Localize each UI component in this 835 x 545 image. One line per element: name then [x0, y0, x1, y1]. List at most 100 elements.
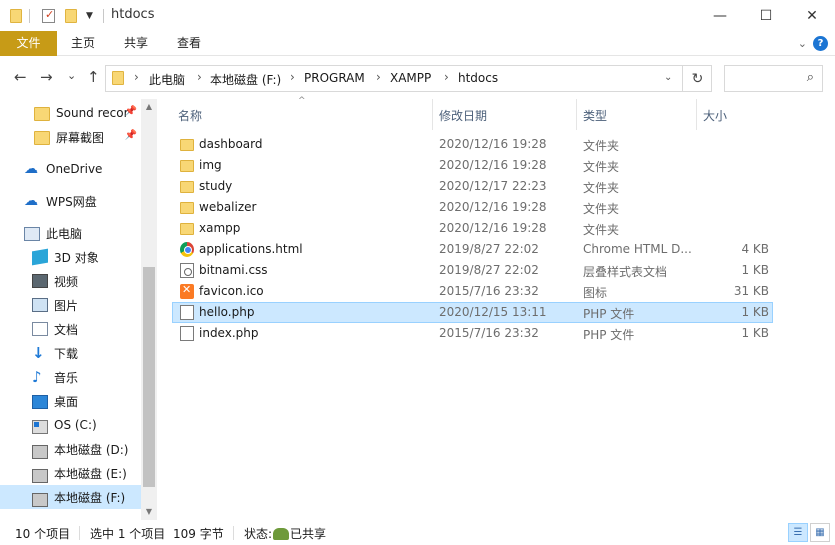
table-row[interactable]: study 2020/12/17 22:23 文件夹 — [172, 176, 773, 197]
sidebar-item-sound-recordings[interactable]: Sound recor 📌 — [0, 101, 141, 125]
divider — [103, 9, 104, 23]
folder-icon — [10, 7, 22, 25]
table-row[interactable]: favicon.ico 2015/7/16 23:32 图标 31 KB — [172, 281, 773, 302]
css-file-icon — [180, 263, 194, 278]
column-header-date[interactable]: 修改日期 — [439, 107, 487, 124]
window-title: htdocs — [111, 7, 155, 22]
breadcrumb-separator[interactable]: › — [376, 70, 381, 84]
customize-toolbar-icon[interactable]: ▼ — [86, 7, 93, 25]
sidebar-item-3d-objects[interactable]: 3D 对象 — [0, 245, 141, 269]
table-row[interactable]: applications.html 2019/8/27 22:02 Chrome… — [172, 239, 773, 260]
table-row[interactable]: img 2020/12/16 19:28 文件夹 — [172, 155, 773, 176]
navigation-bar: ← → ⌄ ↑ › 此电脑 › 本地磁盘 (F:) › PROGRAM › XA… — [0, 57, 835, 99]
tab-view[interactable]: 查看 — [168, 31, 210, 56]
sidebar-item-videos[interactable]: 视频 — [0, 269, 141, 293]
drive-icon — [32, 492, 48, 507]
breadcrumb-htdocs[interactable]: htdocs — [458, 71, 498, 85]
refresh-button[interactable]: ↻ — [682, 65, 712, 92]
sidebar-item-pictures[interactable]: 图片 — [0, 293, 141, 317]
close-button[interactable]: ✕ — [789, 0, 835, 31]
breadcrumb-separator[interactable]: › — [197, 70, 202, 84]
breadcrumb-separator[interactable]: › — [444, 70, 449, 84]
status-bar: 10 个项目 选中 1 个项目 109 字节 状态: 已共享 ☰ ▦ — [0, 520, 835, 545]
properties-icon[interactable]: ✓ — [42, 7, 55, 25]
folder-icon — [180, 139, 194, 151]
column-divider[interactable] — [576, 99, 577, 130]
new-folder-icon[interactable] — [65, 7, 77, 25]
column-header-size[interactable]: 大小 — [703, 107, 727, 124]
file-icon — [180, 305, 194, 320]
cloud-icon: ☁ — [24, 161, 38, 177]
music-icon: ♪ — [32, 368, 42, 386]
3d-objects-icon — [32, 248, 48, 266]
pictures-icon — [32, 298, 48, 312]
table-row[interactable]: index.php 2015/7/16 23:32 PHP 文件 1 KB — [172, 323, 773, 344]
file-icon — [180, 326, 194, 341]
minimize-button[interactable]: — — [697, 0, 743, 31]
folder-icon — [180, 223, 194, 235]
sidebar-item-drive-d[interactable]: 本地磁盘 (D:) — [0, 437, 141, 461]
sidebar-item-drive-c[interactable]: OS (C:) — [0, 413, 141, 437]
selected-size: 109 字节 — [173, 527, 224, 541]
sidebar-item-onedrive[interactable]: ☁ OneDrive — [0, 157, 141, 181]
table-row[interactable]: dashboard 2020/12/16 19:28 文件夹 — [172, 134, 773, 155]
column-divider[interactable] — [696, 99, 697, 130]
breadcrumb-drive-f[interactable]: 本地磁盘 (F:) — [210, 71, 281, 88]
forward-button[interactable]: → — [40, 68, 53, 86]
recent-locations-button[interactable]: ⌄ — [67, 69, 76, 82]
sidebar-item-desktop[interactable]: 桌面 — [0, 389, 141, 413]
table-row[interactable]: xampp 2020/12/16 19:28 文件夹 — [172, 218, 773, 239]
maximize-button[interactable]: ☐ — [743, 0, 789, 31]
sidebar-item-music[interactable]: ♪ 音乐 — [0, 365, 141, 389]
tab-share[interactable]: 共享 — [115, 31, 157, 56]
breadcrumb-program[interactable]: PROGRAM — [304, 71, 365, 85]
sidebar-item-drive-f[interactable]: 本地磁盘 (F:) — [0, 485, 141, 509]
breadcrumb-separator[interactable]: › — [134, 70, 139, 84]
download-icon: ↓ — [32, 344, 45, 362]
address-history-chevron-icon[interactable]: ⌄ — [664, 72, 672, 83]
pin-icon[interactable]: 📌 — [125, 130, 137, 141]
tab-home[interactable]: 主页 — [62, 31, 104, 56]
sidebar-item-downloads[interactable]: ↓ 下载 — [0, 341, 141, 365]
help-icon[interactable]: ? — [813, 36, 828, 51]
sidebar-item-drive-e[interactable]: 本地磁盘 (E:) — [0, 461, 141, 485]
computer-icon — [24, 227, 40, 241]
divider — [29, 9, 30, 23]
breadcrumb-separator[interactable]: › — [290, 70, 295, 84]
column-divider[interactable] — [432, 99, 433, 130]
table-row[interactable]: bitnami.css 2019/8/27 22:02 层叠样式表文档 1 KB — [172, 260, 773, 281]
scroll-up-icon[interactable]: ▲ — [141, 99, 157, 115]
sidebar-item-documents[interactable]: 文档 — [0, 317, 141, 341]
table-row-selected[interactable]: hello.php 2020/12/15 13:11 PHP 文件 1 KB — [172, 302, 773, 323]
address-bar[interactable]: › 此电脑 › 本地磁盘 (F:) › PROGRAM › XAMPP › ht… — [105, 65, 712, 92]
ribbon: 文件 主页 共享 查看 ⌄ ? — [0, 31, 835, 56]
scroll-down-icon[interactable]: ▼ — [141, 504, 157, 520]
folder-icon — [34, 107, 50, 121]
folder-icon — [180, 181, 194, 193]
search-input[interactable]: ⌕ — [724, 65, 823, 92]
cloud-icon: ☁ — [24, 193, 38, 209]
large-icons-view-button[interactable]: ▦ — [810, 523, 830, 542]
sidebar-item-this-pc[interactable]: 此电脑 — [0, 221, 141, 245]
documents-icon — [32, 322, 48, 336]
folder-icon — [34, 131, 50, 145]
details-view-button[interactable]: ☰ — [788, 523, 808, 542]
chevron-down-icon[interactable]: ⌄ — [798, 37, 807, 50]
column-header-row: ^ 名称 修改日期 类型 大小 — [172, 96, 773, 130]
tab-file[interactable]: 文件 — [0, 31, 57, 56]
column-header-type[interactable]: 类型 — [583, 107, 607, 124]
up-button[interactable]: ↑ — [87, 68, 100, 86]
back-button[interactable]: ← — [14, 68, 27, 86]
breadcrumb-this-pc[interactable]: 此电脑 — [149, 71, 185, 88]
divider — [233, 526, 234, 540]
column-header-name[interactable]: 名称 — [178, 107, 202, 124]
sidebar-item-screenshots[interactable]: 屏幕截图 📌 — [0, 125, 141, 149]
search-icon[interactable]: ⌕ — [807, 70, 814, 85]
breadcrumb-xampp[interactable]: XAMPP — [390, 71, 431, 85]
table-row[interactable]: webalizer 2020/12/16 19:28 文件夹 — [172, 197, 773, 218]
folder-icon — [180, 202, 194, 214]
scrollbar-thumb[interactable] — [143, 267, 155, 487]
shared-users-icon — [273, 528, 290, 540]
sidebar-item-wps[interactable]: ☁ WPS网盘 — [0, 189, 141, 213]
pin-icon[interactable]: 📌 — [125, 106, 137, 117]
